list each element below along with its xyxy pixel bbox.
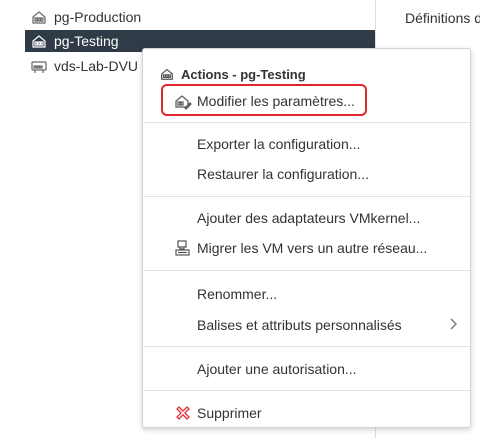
menu-item-tags-attributes[interactable]: Balises et attributs personnalisés <box>143 312 470 338</box>
menu-item-delete[interactable]: Supprimer <box>143 400 470 426</box>
tree-item-vds-lab[interactable]: vds-Lab-DVU <box>25 55 138 77</box>
menu-item-export-config[interactable]: Exporter la configuration... <box>143 131 470 157</box>
chevron-right-icon <box>448 317 458 331</box>
tree-item-pg-production[interactable]: pg-Production <box>25 6 141 28</box>
menu-item-rename[interactable]: Renommer... <box>143 281 470 307</box>
portgroup-icon <box>159 66 175 82</box>
menu-item-add-vmkernel[interactable]: Ajouter des adaptateurs VMkernel... <box>143 205 470 231</box>
migrate-vm-icon <box>174 239 192 257</box>
menu-header-label: Actions - pg-Testing <box>181 66 306 82</box>
actions-context-menu: Actions - pg-Testing Modifier les paramè… <box>142 48 471 428</box>
portgroup-icon <box>30 32 48 50</box>
menu-header: Actions - pg-Testing <box>159 65 306 83</box>
delete-icon <box>174 404 192 422</box>
portgroup-icon <box>30 8 48 26</box>
menu-item-restore-config[interactable]: Restaurer la configuration... <box>143 161 470 187</box>
menu-separator <box>143 122 470 123</box>
detail-pane-title: Définitions d <box>405 10 480 26</box>
menu-item-edit-settings[interactable]: Modifier les paramètres... <box>143 88 470 114</box>
menu-separator <box>143 196 470 197</box>
switch-icon <box>30 57 48 75</box>
menu-separator <box>143 390 470 391</box>
menu-separator <box>143 346 470 347</box>
menu-item-migrate-vm[interactable]: Migrer les VM vers un autre réseau... <box>143 235 470 261</box>
menu-separator <box>143 270 470 271</box>
edit-settings-icon <box>174 92 192 110</box>
menu-item-add-permission[interactable]: Ajouter une autorisation... <box>143 356 470 382</box>
